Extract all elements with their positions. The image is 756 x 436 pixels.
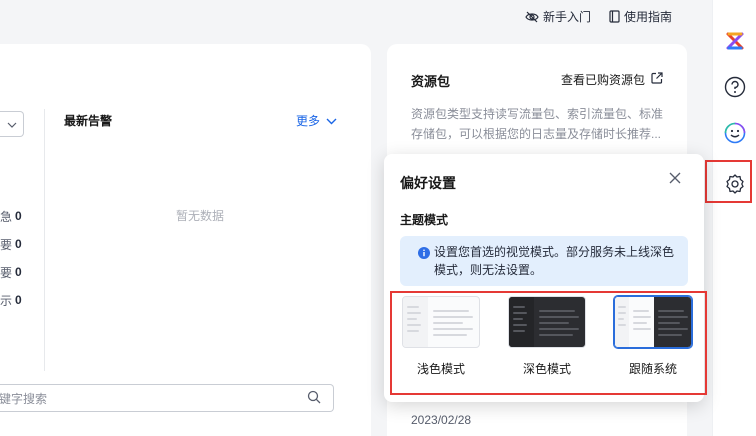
resource-package-title: 资源包 [411,74,451,89]
level-row: 急0 [0,202,22,230]
top-links: 新手入门 使用指南 [525,8,672,25]
level-label: 示 [0,293,13,308]
info-text: 设置您首选的视觉模式。部分服务未上线深色模式，则无法设置。 [434,245,675,277]
more-label: 更多 [296,114,321,128]
search-placeholder: 键字搜索 [0,391,48,406]
brand-logo-icon [725,31,745,54]
feedback-button[interactable] [713,116,756,152]
overview-panel: 急0 要0 要0 示0 最新告警 更多 暂无数据 键字搜索 [0,44,371,436]
theme-mode-title: 主题模式 [400,213,449,227]
gear-highlight-box [705,160,752,203]
right-sidebar [712,0,756,436]
latest-alarm-title: 最新告警 [64,114,113,128]
help-button[interactable] [713,70,756,106]
theme-options-highlight-box [390,291,707,395]
info-icon [418,246,430,264]
close-icon [669,172,681,187]
empty-state-text: 暂无数据 [176,209,225,223]
view-purchased-label: 查看已购资源包 [560,73,645,87]
level-row: 要0 [0,230,22,258]
popup-title: 偏好设置 [400,175,456,191]
book-icon [609,10,620,23]
info-notice: 设置您首选的视觉模式。部分服务未上线深色模式，则无法设置。 [400,236,688,286]
level-label: 急 [0,209,13,224]
package-date: 2023/02/28 [411,413,472,427]
filter-dropdown[interactable] [0,111,24,137]
user-manual-label: 使用指南 [623,10,672,24]
level-row: 要0 [0,258,22,286]
level-count: 0 [15,265,22,279]
view-purchased-link[interactable]: 查看已购资源包 [561,71,663,88]
level-label: 要 [0,237,13,252]
brand-logo-button[interactable] [713,24,756,60]
beginner-guide-label: 新手入门 [542,10,591,24]
level-count: 0 [15,237,22,251]
level-row: 示0 [0,286,22,314]
resource-package-description: 资源包类型支持读写流量包、索引流量包、标准存储包，可以根据您的日志量及存储时长推… [411,107,664,141]
external-link-icon [651,72,663,87]
search-icon[interactable] [307,390,321,407]
smile-icon [724,122,746,147]
search-input[interactable]: 键字搜索 [0,384,334,412]
level-label: 要 [0,265,13,280]
more-link[interactable]: 更多 [296,112,337,129]
divider [44,109,45,371]
level-count: 0 [15,293,22,307]
eye-icon [525,11,539,23]
user-manual-link[interactable]: 使用指南 [609,8,672,25]
chevron-down-icon [326,114,337,128]
beginner-guide-link[interactable]: 新手入门 [525,8,591,25]
close-button[interactable] [666,170,684,188]
level-count: 0 [15,209,22,223]
alarm-level-list: 急0 要0 要0 示0 [0,202,22,314]
chevron-down-icon [7,117,17,131]
help-icon [724,76,746,101]
